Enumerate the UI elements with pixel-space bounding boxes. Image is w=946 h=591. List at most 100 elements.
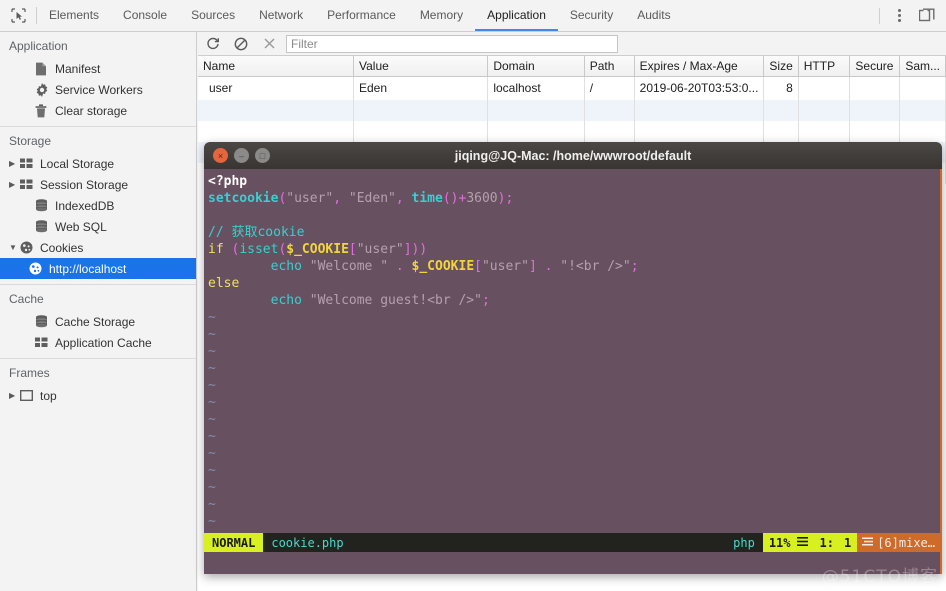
toolbar-divider <box>879 7 880 24</box>
sidebar-item-label: Cache Storage <box>55 314 136 329</box>
sidebar-section-title: Storage <box>9 134 52 148</box>
cell-empty <box>198 120 354 142</box>
chevron-right-icon[interactable]: ▶ <box>9 159 20 168</box>
column-header-size[interactable]: Size <box>763 56 799 77</box>
cell-secure <box>849 76 901 100</box>
column-header-name[interactable]: Name <box>198 56 354 77</box>
sidebar-item-http-localhost[interactable]: http://localhost <box>0 258 196 279</box>
table-row-empty <box>198 99 946 121</box>
vim-empty-lines: ~ ~ ~ ~ ~ ~ ~ ~ ~ ~ ~ ~ ~ ~ <box>208 310 216 546</box>
sidebar-item-label: Web SQL <box>55 219 107 234</box>
cell-empty <box>584 120 635 142</box>
sidebar-item-service-workers[interactable]: Service Workers <box>0 79 196 100</box>
inspect-cursor-icon[interactable] <box>0 0 36 31</box>
panel-tabs: Elements Console Sources Network Perform… <box>37 0 683 31</box>
sidebar-item-session-storage[interactable]: ▶ Session Storage <box>0 174 196 195</box>
column-header-domain[interactable]: Domain <box>487 56 585 77</box>
vim-code-buffer: <?php setcookie("user", "Eden", time()+3… <box>208 174 639 308</box>
terminal-title: jiqing@JQ-Mac: /home/wwwroot/default <box>454 148 692 163</box>
close-window-button[interactable]: × <box>213 148 228 163</box>
close-icon[interactable] <box>258 34 280 54</box>
tab-elements[interactable]: Elements <box>37 0 111 31</box>
cell-empty <box>353 120 489 142</box>
tab-label: Network <box>259 7 304 22</box>
cell-empty <box>487 99 585 121</box>
vim-filename: cookie.php <box>263 533 726 552</box>
tab-label: Memory <box>419 7 464 22</box>
refresh-icon[interactable] <box>202 34 224 54</box>
chevron-right-icon[interactable]: ▶ <box>9 180 20 189</box>
sidebar-item-label: Application Cache <box>55 335 152 350</box>
database-icon <box>35 220 54 233</box>
minimize-window-button[interactable]: – <box>234 148 249 163</box>
clear-icon[interactable] <box>230 34 252 54</box>
tab-console[interactable]: Console <box>111 0 179 31</box>
sidebar-item-manifest[interactable]: Manifest <box>0 58 196 79</box>
tab-label: Application <box>487 7 546 22</box>
vim-cursor-position: 1: 1 <box>813 533 858 552</box>
sidebar-item-label: Local Storage <box>40 156 115 171</box>
sidebar-section-storage: Storage ▶ Local Storage ▶ Session Storag… <box>0 127 196 285</box>
sidebar-item-top[interactable]: ▶ top <box>0 385 196 406</box>
cell-empty <box>487 120 585 142</box>
tab-network[interactable]: Network <box>247 0 315 31</box>
column-header-secure[interactable]: Secure <box>849 56 901 77</box>
sidebar-item-application-cache[interactable]: Application Cache <box>0 332 196 353</box>
sidebar-item-label: Service Workers <box>55 82 143 97</box>
warning-lines-icon <box>862 536 874 550</box>
filter-input[interactable] <box>286 34 618 53</box>
sidebar-section-title: Application <box>9 39 68 53</box>
frame-icon <box>20 390 39 401</box>
tab-label: Console <box>123 7 168 22</box>
sidebar-item-label: http://localhost <box>49 261 127 276</box>
sidebar-item-local-storage[interactable]: ▶ Local Storage <box>0 153 196 174</box>
cell-http <box>798 76 851 100</box>
table-row[interactable]: user Eden localhost / 2019-06-20T03:53:0… <box>198 76 946 100</box>
sidebar-item-label: Clear storage <box>55 103 128 118</box>
more-options-icon[interactable] <box>886 3 912 29</box>
tab-memory[interactable]: Memory <box>408 0 475 31</box>
sidebar-item-indexeddb[interactable]: IndexedDB <box>0 195 196 216</box>
tab-performance[interactable]: Performance <box>315 0 408 31</box>
sidebar-item-cache-storage[interactable]: Cache Storage <box>0 311 196 332</box>
chevron-right-icon[interactable]: ▶ <box>9 391 20 400</box>
sidebar-item-cookies[interactable]: ▼ Cookies <box>0 237 196 258</box>
terminal-window[interactable]: × – □ jiqing@JQ-Mac: /home/wwwroot/defau… <box>204 142 942 574</box>
sidebar-item-web-sql[interactable]: Web SQL <box>0 216 196 237</box>
column-header-expires[interactable]: Expires / Max-Age <box>634 56 765 77</box>
application-sidebar: Application Manifest Service Workers Cle… <box>0 32 197 591</box>
terminal-body[interactable]: <?php setcookie("user", "Eden", time()+3… <box>204 169 942 574</box>
cell-empty <box>849 99 901 121</box>
column-header-http[interactable]: HTTP <box>798 56 851 77</box>
sidebar-item-clear-storage[interactable]: Clear storage <box>0 100 196 121</box>
vim-warning-indicator: [6]mixe… <box>857 533 940 552</box>
column-header-samesite[interactable]: Sam... <box>899 56 946 77</box>
terminal-titlebar[interactable]: × – □ jiqing@JQ-Mac: /home/wwwroot/defau… <box>204 142 942 169</box>
vim-warning-text: [6]mixe… <box>877 535 935 550</box>
table-icon <box>35 337 54 348</box>
lines-icon <box>796 536 808 550</box>
column-header-path[interactable]: Path <box>584 56 635 77</box>
cell-empty <box>353 99 489 121</box>
tabbar-right-controls <box>879 0 946 31</box>
cell-empty <box>763 120 799 142</box>
chevron-down-icon[interactable]: ▼ <box>9 243 20 252</box>
sidebar-item-label: Cookies <box>40 240 84 255</box>
vim-mode-indicator: NORMAL <box>204 533 264 552</box>
database-icon <box>35 199 54 212</box>
cookie-icon <box>20 241 39 254</box>
dock-position-icon[interactable] <box>914 3 940 29</box>
tab-security[interactable]: Security <box>558 0 625 31</box>
cell-empty <box>849 120 901 142</box>
vim-col-value: 1 <box>843 535 852 550</box>
tab-audits[interactable]: Audits <box>625 0 682 31</box>
table-row-empty <box>198 120 946 142</box>
cell-domain: localhost <box>487 76 585 100</box>
tab-application[interactable]: Application <box>475 0 558 31</box>
tab-sources[interactable]: Sources <box>179 0 247 31</box>
column-header-value[interactable]: Value <box>353 56 489 77</box>
maximize-window-button[interactable]: □ <box>255 148 270 163</box>
vim-statusline: NORMAL cookie.php php 11% 1: 1 [6]mixe… <box>204 533 940 552</box>
tab-label: Security <box>569 7 614 22</box>
cell-value: Eden <box>353 76 489 100</box>
